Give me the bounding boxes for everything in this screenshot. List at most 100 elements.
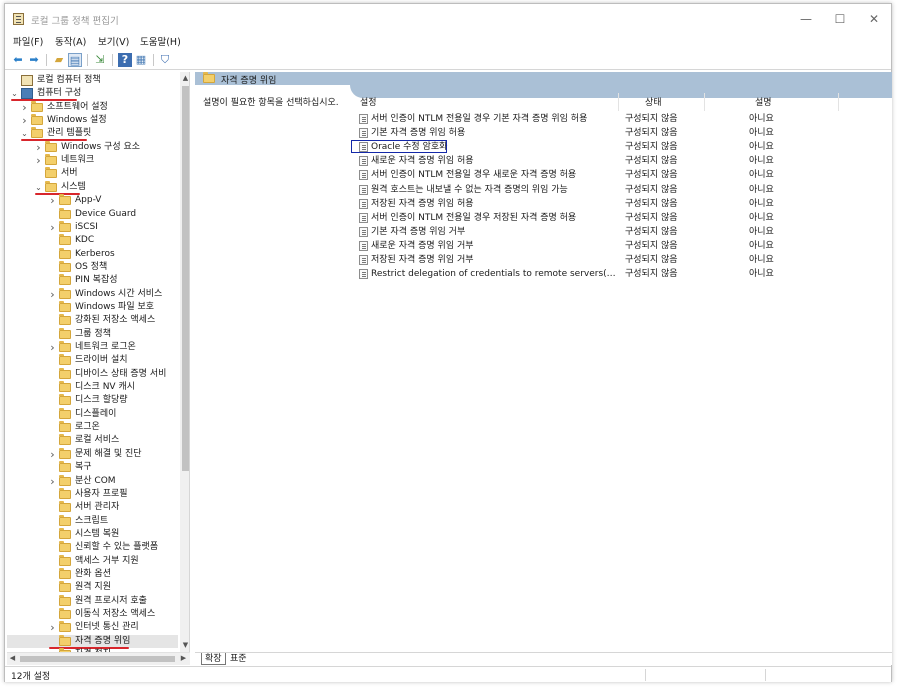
column-header-state[interactable]: 상태 — [645, 95, 662, 108]
tree-vertical-scrollbar[interactable]: ▲ ▼ — [180, 72, 189, 652]
tree-item[interactable]: › 분산 COM — [7, 474, 178, 488]
tree-item[interactable]: OS 정책 — [7, 260, 178, 274]
menu-view[interactable]: 보기(V) — [98, 34, 129, 48]
tab-extended[interactable]: 확장 — [201, 653, 226, 665]
show-hide-tree-icon[interactable]: ▤ — [68, 53, 82, 67]
tree-item[interactable]: › App-V — [7, 194, 178, 207]
scroll-up-icon[interactable]: ▲ — [180, 73, 189, 84]
tree-item[interactable]: 스크립트 — [7, 514, 178, 528]
column-header-setting[interactable]: 설정 — [360, 95, 377, 108]
filter-icon[interactable]: ⛉ — [158, 53, 172, 67]
chevron-right-icon[interactable]: › — [20, 101, 29, 114]
up-folder-icon[interactable]: ▰ — [52, 53, 66, 67]
tree-item[interactable]: 로컬 컴퓨터 정책 — [7, 74, 178, 87]
policy-row[interactable]: 기본 자격 증명 위임 허용 구성되지 않음 아니요 — [350, 126, 892, 140]
tree-item[interactable]: ⌄ 관리 템플릿 — [7, 127, 178, 142]
menu-help[interactable]: 도움말(H) — [140, 34, 181, 48]
settings-list[interactable]: 설정 상태 설명 서버 인증이 NTLM 전용일 경우 기본 자격 증명 위임 … — [350, 85, 892, 652]
chevron-right-icon[interactable]: › — [34, 154, 43, 167]
tree-item[interactable]: › 네트워크 로그온 — [7, 341, 178, 354]
policy-row[interactable]: Oracle 수정 암호화 구성되지 않음 아니요 — [350, 140, 892, 154]
policy-row[interactable]: Restrict delegation of credentials to re… — [350, 267, 892, 281]
tab-standard[interactable]: 표준 — [227, 653, 250, 665]
tree-item[interactable]: 강화된 저장소 액세스 — [7, 314, 178, 327]
scroll-right-icon[interactable]: ▶ — [178, 653, 189, 664]
maximize-button[interactable]: ☐ — [823, 8, 857, 30]
policy-row[interactable]: 서버 인증이 NTLM 전용일 경우 새로운 자격 증명 허용 구성되지 않음 아니… — [350, 168, 892, 182]
tree-item[interactable]: › 문제 해결 및 진단 — [7, 447, 178, 461]
close-button[interactable]: ✕ — [857, 8, 891, 30]
column-header-comment[interactable]: 설명 — [755, 95, 772, 108]
console-tree[interactable]: 로컬 컴퓨터 정책 ⌄ 컴퓨터 구성 › 소프트웨어 설정 › Windows 설정 ⌄ 관리 … — [7, 72, 190, 652]
tree-item[interactable]: 디스크 할당량 — [7, 394, 178, 407]
tree-item[interactable]: ⌄ 컴퓨터 구성 — [7, 87, 178, 102]
tree-item[interactable]: 복구 — [7, 461, 178, 474]
chevron-right-icon[interactable]: › — [48, 341, 57, 354]
column-divider[interactable] — [838, 93, 839, 111]
back-arrow-icon[interactable]: ⬅ — [11, 53, 25, 67]
tree-item[interactable]: Windows 파일 보호 — [7, 300, 178, 314]
properties-icon[interactable]: ▦ — [134, 53, 148, 67]
column-divider[interactable] — [704, 93, 705, 111]
column-divider[interactable] — [618, 93, 619, 111]
scroll-left-icon[interactable]: ◀ — [7, 653, 18, 664]
tree-item[interactable]: › Windows 설정 — [7, 114, 178, 127]
menu-file[interactable]: 파일(F) — [13, 34, 43, 48]
tree-item[interactable]: 디스플레이 — [7, 407, 178, 421]
chevron-right-icon[interactable]: › — [48, 221, 57, 234]
tree-item[interactable]: › Windows 구성 요소 — [7, 140, 178, 154]
policy-row[interactable]: 저장된 자격 증명 위임 허용 구성되지 않음 아니요 — [350, 197, 892, 211]
tree-item[interactable]: 완화 옵션 — [7, 567, 178, 581]
policy-row[interactable]: 저장된 자격 증명 위임 거부 구성되지 않음 아니요 — [350, 253, 892, 267]
forward-arrow-icon[interactable]: ➡ — [27, 53, 41, 67]
chevron-right-icon[interactable]: › — [48, 194, 57, 207]
tree-item[interactable]: 로컬 서비스 — [7, 434, 178, 447]
policy-row[interactable]: 서버 인증이 NTLM 전용일 경우 저장된 자격 증명 허용 구성되지 않음 아니… — [350, 211, 892, 225]
policy-row[interactable]: 원격 호스트는 내보낼 수 없는 자격 증명의 위임 가능 구성되지 않음 아니요 — [350, 183, 892, 197]
tree-scroll-thumb[interactable] — [182, 86, 189, 471]
chevron-right-icon[interactable]: › — [48, 475, 57, 488]
policy-row[interactable]: 새로운 자격 증명 위임 거부 구성되지 않음 아니요 — [350, 239, 892, 253]
tree-item[interactable]: 신뢰할 수 있는 플랫폼 — [7, 541, 178, 554]
minimize-button[interactable]: — — [789, 8, 823, 30]
menu-action[interactable]: 동작(A) — [55, 34, 86, 48]
tree-item[interactable]: 자격 증명 위임 — [7, 634, 178, 649]
help-icon[interactable]: ? — [118, 53, 132, 67]
tree-item[interactable]: › iSCSI — [7, 220, 178, 234]
tree-item[interactable]: Device Guard — [7, 207, 178, 221]
tree-item[interactable]: KDC — [7, 234, 178, 247]
tree-item[interactable]: 로그온 — [7, 421, 178, 434]
tree-item[interactable]: 드라이버 설치 — [7, 354, 178, 367]
tree-item[interactable]: › Windows 시간 서비스 — [7, 287, 178, 301]
tree-item[interactable]: 시스템 복원 — [7, 527, 178, 541]
tree-item[interactable]: 서버 — [7, 167, 178, 180]
tree-item[interactable]: 디바이스 상태 증명 서비 — [7, 367, 178, 381]
tree-item[interactable]: PIN 복잡성 — [7, 274, 178, 287]
tree-item[interactable]: › 네트워크 — [7, 154, 178, 167]
tree-item[interactable]: › 인터넷 통신 관리 — [7, 621, 178, 634]
chevron-right-icon[interactable]: › — [48, 288, 57, 301]
tree-item[interactable]: ⌄ 시스템 — [7, 180, 178, 195]
tree-item[interactable]: Kerberos — [7, 247, 178, 261]
tree-item[interactable]: 이동식 저장소 액세스 — [7, 608, 178, 621]
chevron-right-icon[interactable]: › — [20, 114, 29, 127]
chevron-right-icon[interactable]: › — [48, 621, 57, 634]
tree-item[interactable]: 원격 지원 — [7, 581, 178, 594]
scroll-down-icon[interactable]: ▼ — [180, 640, 189, 651]
tree-hscroll-thumb[interactable] — [20, 656, 175, 662]
tree-item[interactable]: › 소프트웨어 설정 — [7, 100, 178, 114]
policy-row[interactable]: 기본 자격 증명 위임 거부 구성되지 않음 아니요 — [350, 225, 892, 239]
tree-item[interactable]: 원격 프로시저 호출 — [7, 594, 178, 608]
tree-horizontal-scrollbar[interactable]: ◀ ▶ — [7, 652, 190, 665]
tree-item[interactable]: 서버 관리자 — [7, 501, 178, 514]
policy-row[interactable]: 서버 인증이 NTLM 전용일 경우 기본 자격 증명 위임 허용 구성되지 않음… — [350, 112, 892, 126]
chevron-right-icon[interactable]: › — [34, 141, 43, 154]
chevron-down-icon[interactable]: ⌄ — [34, 181, 43, 194]
policy-row[interactable]: 새로운 자격 증명 위임 허용 구성되지 않음 아니요 — [350, 154, 892, 168]
chevron-right-icon[interactable]: › — [48, 448, 57, 461]
tree-item[interactable]: 디스크 NV 캐시 — [7, 381, 178, 394]
tree-item[interactable]: 사용자 프로필 — [7, 487, 178, 501]
tree-item[interactable]: 액세스 거부 지원 — [7, 554, 178, 568]
tree-item[interactable]: 그룹 정책 — [7, 327, 178, 341]
export-list-icon[interactable]: ⇲ — [93, 53, 107, 67]
